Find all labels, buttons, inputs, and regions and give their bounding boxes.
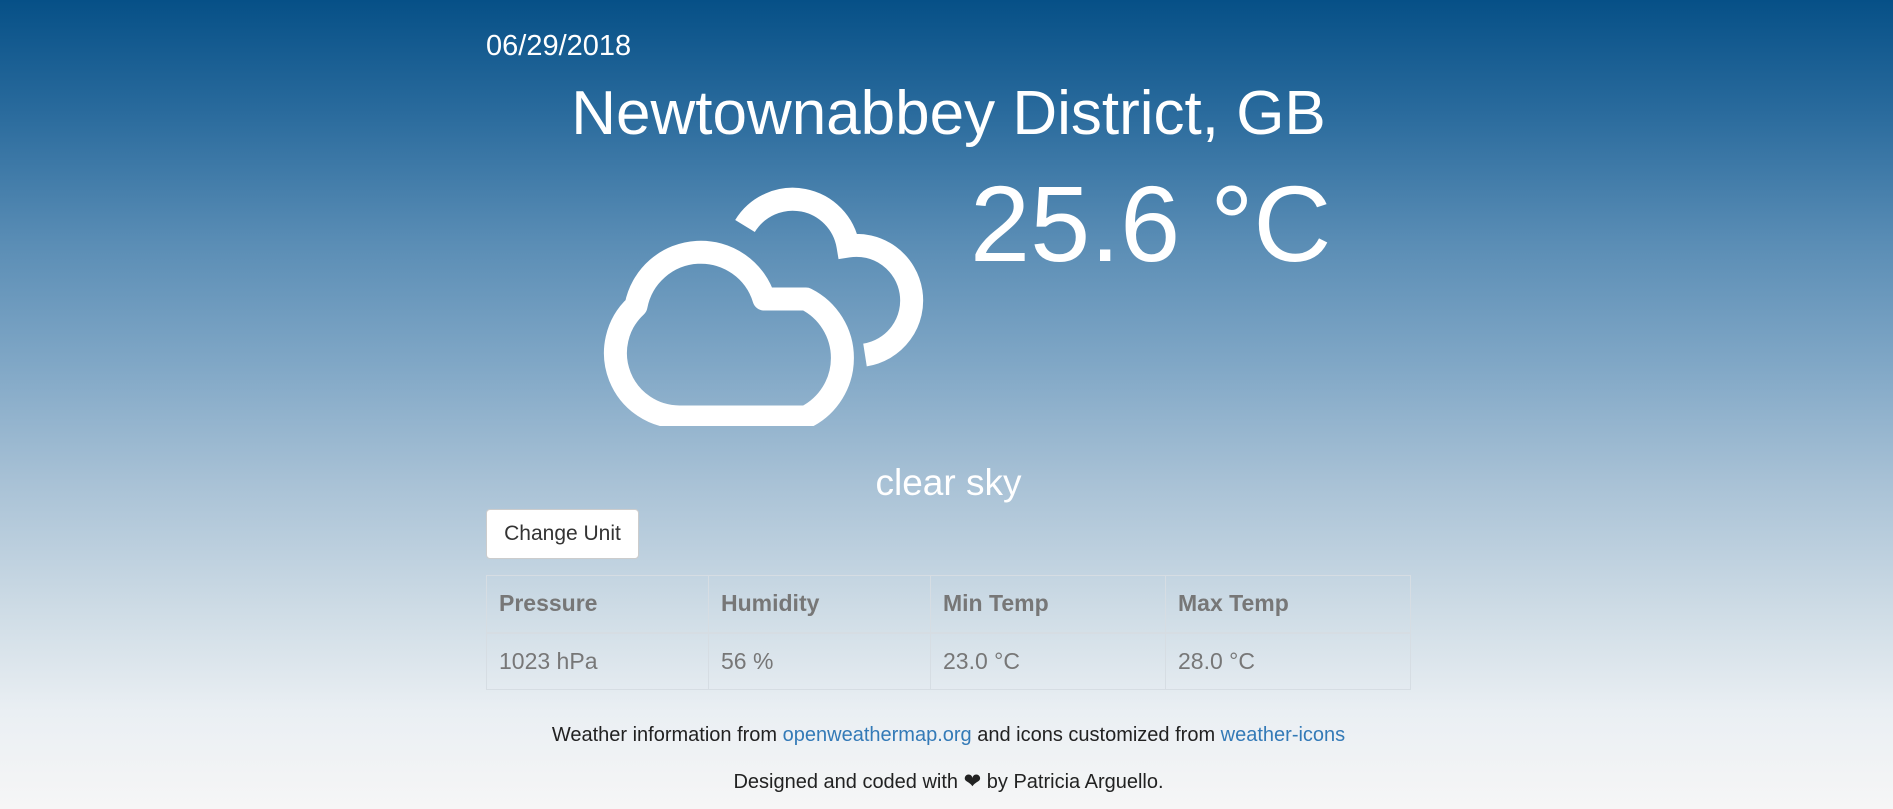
pressure-value: 1023 hPa <box>486 632 709 690</box>
partly-cloudy-icon <box>580 186 940 429</box>
weather-icons-link[interactable]: weather-icons <box>1221 724 1346 746</box>
min-temp-value: 23.0 °C <box>930 632 1166 690</box>
change-unit-button[interactable]: Change Unit <box>486 509 639 559</box>
humidity-value: 56 % <box>708 632 931 690</box>
table-header-row: Pressure Humidity Min Temp Max Temp <box>486 575 1411 634</box>
pressure-header: Pressure <box>486 575 709 634</box>
table-row: 1023 hPa 56 % 23.0 °C 28.0 °C <box>486 632 1411 690</box>
author-suffix: by Patricia Arguello. <box>981 771 1164 793</box>
date-label: 06/29/2018 <box>486 30 632 62</box>
author-prefix: Designed and coded with <box>733 771 964 793</box>
credits-prefix: Weather information from <box>551 724 783 746</box>
weather-stats-table: Pressure Humidity Min Temp Max Temp 1023… <box>486 575 1411 690</box>
max-temp-value: 28.0 °C <box>1165 632 1411 690</box>
credits-line: Weather information from openweathermap.… <box>486 724 1411 747</box>
weather-description: clear sky <box>875 462 1022 503</box>
credits-middle: and icons customized from <box>971 724 1221 746</box>
author-line: Designed and coded with ❤ by Patricia Ar… <box>486 769 1411 794</box>
location-title: Newtownabbey District, GB <box>571 79 1326 148</box>
temperature-value: 25.6 °C <box>970 163 1332 284</box>
max-temp-header: Max Temp <box>1165 575 1411 634</box>
weather-card: 06/29/2018 Newtownabbey District, GB 25.… <box>486 0 1411 809</box>
min-temp-header: Min Temp <box>930 575 1166 634</box>
humidity-header: Humidity <box>708 575 931 634</box>
heart-icon: ❤ <box>963 770 982 793</box>
openweathermap-link[interactable]: openweathermap.org <box>783 724 972 746</box>
